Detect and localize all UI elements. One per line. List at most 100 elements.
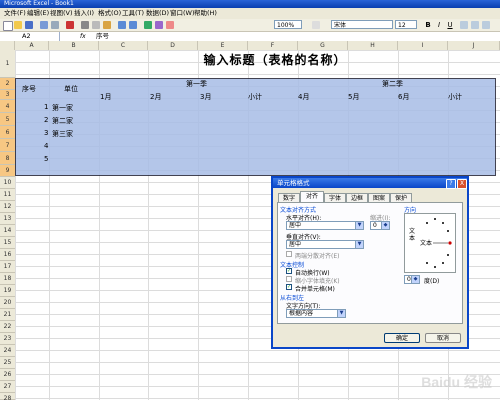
justify-distributed-checkbox[interactable] [286, 251, 292, 257]
close-button[interactable]: X [457, 179, 467, 189]
preview-icon[interactable] [51, 21, 59, 29]
row-header[interactable]: 9 [0, 165, 15, 177]
row-header[interactable]: 17 [0, 261, 15, 273]
font-size-select[interactable]: 12 [395, 20, 417, 29]
row-header[interactable]: 28 [0, 393, 15, 402]
subtotal-header[interactable]: 小计 [448, 92, 462, 102]
row-header[interactable]: 14 [0, 225, 15, 237]
row-number-cell[interactable]: 1 [44, 103, 48, 111]
unit-cell[interactable]: 第三家 [52, 129, 73, 139]
month-header[interactable]: 5月 [348, 92, 359, 102]
unit-cell[interactable]: 第二家 [52, 116, 73, 126]
degree-spinner[interactable]: 0 ◆ [404, 275, 420, 284]
column-header[interactable]: C [99, 41, 148, 50]
autosum-icon[interactable] [144, 21, 152, 29]
header-q1[interactable]: 第一季 [186, 79, 207, 89]
open-icon[interactable] [14, 21, 22, 29]
copy-icon[interactable] [92, 21, 100, 29]
row-header[interactable]: 8 [0, 152, 15, 165]
row-header[interactable]: 26 [0, 369, 15, 381]
header-no[interactable]: 序号 [22, 84, 36, 94]
menu-view[interactable]: 视图(V) [50, 8, 73, 19]
menu-help[interactable]: 帮助(H) [194, 8, 217, 19]
row-header[interactable]: 27 [0, 381, 15, 393]
font-name-select[interactable]: 宋体 [331, 20, 393, 29]
spinner-icon[interactable]: ◆ [411, 276, 419, 283]
chevron-down-icon[interactable]: ▼ [355, 222, 363, 229]
row-header[interactable]: 18 [0, 273, 15, 285]
row-header[interactable]: 1 [0, 50, 15, 78]
column-header[interactable]: J [448, 41, 500, 50]
chevron-down-icon[interactable]: ▼ [355, 241, 363, 248]
tab-border[interactable]: 边框 [346, 193, 368, 202]
menu-edit[interactable]: 编辑(E) [27, 8, 49, 19]
row-header[interactable]: 2 [0, 78, 15, 90]
chevron-down-icon[interactable]: ▼ [337, 310, 345, 317]
name-box[interactable]: A2 [2, 32, 60, 41]
dialog-title-bar[interactable]: 单元格格式 ? X [273, 178, 467, 189]
row-number-cell[interactable]: 3 [44, 129, 48, 137]
month-header[interactable]: 2月 [150, 92, 161, 102]
row-header[interactable]: 11 [0, 189, 15, 201]
row-header[interactable]: 10 [0, 177, 15, 189]
spinner-icon[interactable]: ◆ [381, 222, 389, 229]
menu-insert[interactable]: 插入(I) [74, 8, 94, 19]
orientation-box[interactable]: 文本 文本 [404, 213, 456, 273]
column-header[interactable]: A [15, 41, 49, 50]
row-header[interactable]: 25 [0, 357, 15, 369]
row-header[interactable]: 4 [0, 100, 15, 113]
indent-spinner[interactable]: 0 ◆ [370, 221, 390, 230]
sheet-title[interactable]: 输入标题（表格的名称） [150, 51, 400, 68]
menu-file[interactable]: 文件(F) [4, 8, 26, 19]
row-header[interactable]: 24 [0, 345, 15, 357]
row-header[interactable]: 22 [0, 321, 15, 333]
shrink-to-fit-checkbox[interactable] [286, 276, 292, 282]
merge-cells-checkbox[interactable]: ✓ [286, 284, 292, 290]
month-header[interactable]: 4月 [298, 92, 309, 102]
v-align-select[interactable]: 居中 ▼ [286, 240, 364, 249]
h-align-select[interactable]: 居中 ▼ [286, 221, 364, 230]
save-icon[interactable] [25, 21, 33, 29]
column-header[interactable]: I [398, 41, 448, 50]
column-header[interactable]: F [248, 41, 298, 50]
align-right-icon[interactable] [482, 21, 490, 29]
underline-icon[interactable]: U [446, 21, 454, 29]
tab-number[interactable]: 数字 [278, 193, 300, 202]
chart-icon[interactable] [166, 21, 174, 29]
select-all-corner[interactable] [0, 41, 15, 50]
spelling-icon[interactable] [66, 21, 74, 29]
menu-tools[interactable]: 工具(T) [122, 8, 144, 19]
paste-icon[interactable] [103, 21, 111, 29]
column-header[interactable]: B [49, 41, 99, 50]
tab-patterns[interactable]: 图案 [368, 193, 390, 202]
header-unit[interactable]: 单位 [64, 84, 78, 94]
row-header[interactable]: 23 [0, 333, 15, 345]
unit-cell[interactable]: 第一家 [52, 103, 73, 113]
align-center-icon[interactable] [471, 21, 479, 29]
help-icon[interactable] [312, 21, 320, 29]
subtotal-header[interactable]: 小计 [248, 92, 262, 102]
month-header[interactable]: 1月 [100, 92, 111, 102]
row-header[interactable]: 5 [0, 113, 15, 126]
fx-icon[interactable]: fx [80, 32, 86, 41]
undo-icon[interactable] [118, 21, 126, 29]
row-header[interactable]: 7 [0, 139, 15, 152]
header-q2[interactable]: 第二季 [382, 79, 403, 89]
month-header[interactable]: 6月 [398, 92, 409, 102]
menu-data[interactable]: 数据(D) [146, 8, 169, 19]
cut-icon[interactable] [81, 21, 89, 29]
orientation-vertical-text[interactable]: 文本 [408, 228, 416, 242]
row-header[interactable]: 16 [0, 249, 15, 261]
column-header[interactable]: G [298, 41, 348, 50]
ok-button[interactable]: 确定 [384, 333, 420, 343]
row-number-cell[interactable]: 5 [44, 155, 48, 163]
row-header[interactable]: 6 [0, 126, 15, 139]
menu-window[interactable]: 窗口(W) [170, 8, 195, 19]
tab-font[interactable]: 字体 [324, 193, 346, 202]
italic-icon[interactable]: I [435, 21, 443, 29]
menu-format[interactable]: 格式(O) [98, 8, 121, 19]
column-header[interactable]: H [348, 41, 398, 50]
text-direction-select[interactable]: 根据内容 ▼ [286, 309, 346, 318]
sort-icon[interactable] [155, 21, 163, 29]
bold-icon[interactable]: B [424, 21, 432, 29]
